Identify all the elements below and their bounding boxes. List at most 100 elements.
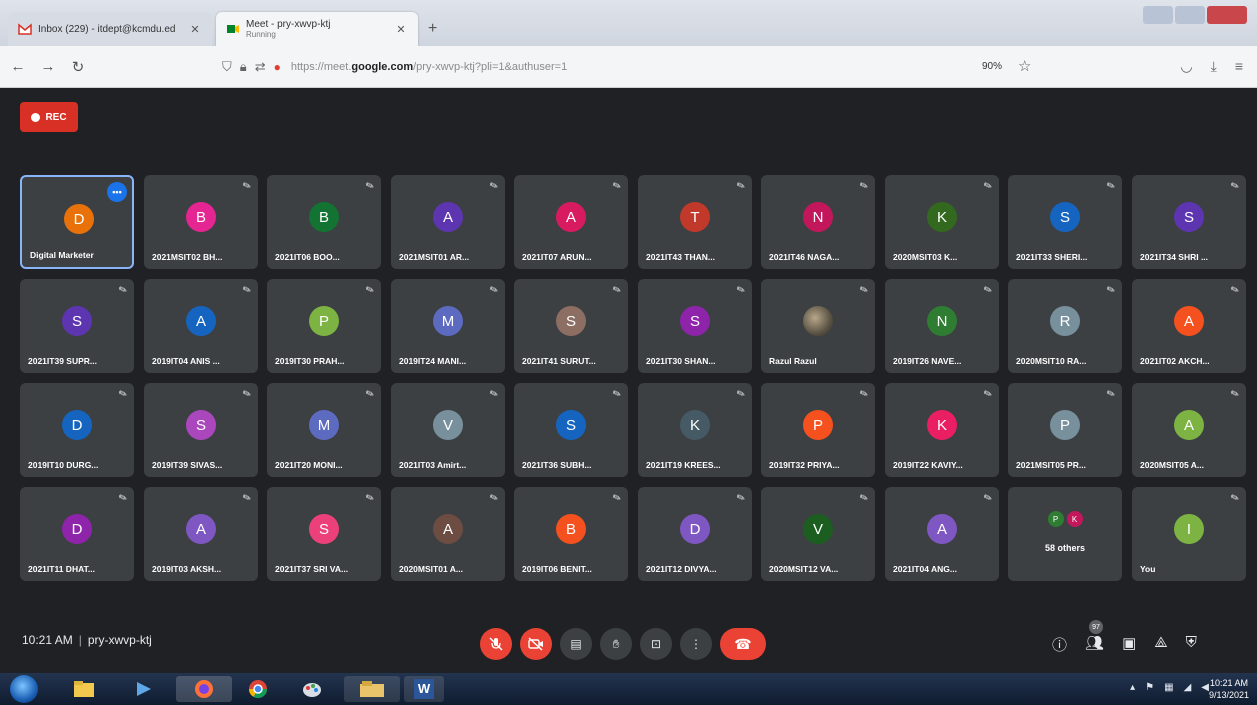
participant-tile[interactable]: ✎ S 2021IT41 SURUT... (514, 279, 628, 373)
participant-tile[interactable]: ✎ P 2019IT30 PRAH... (267, 279, 381, 373)
meeting-time: 10:21 AM (22, 633, 73, 647)
download-icon[interactable]: ⤓ (1211, 58, 1217, 75)
captions-button[interactable]: ▤ (560, 628, 592, 660)
avatar: N (927, 306, 957, 336)
shield-icon[interactable]: ⛉ (222, 59, 232, 75)
leave-call-button[interactable]: ☎︎ (720, 628, 766, 660)
participant-tile[interactable]: ✎ A 2021MSIT01 AR... (391, 175, 505, 269)
participant-tile[interactable]: ✎ R 2020MSIT10 RA... (1008, 279, 1122, 373)
participant-tile[interactable]: ✎ A 2019IT04 ANIS ... (144, 279, 258, 373)
avatar: B (186, 202, 216, 232)
avatar: S (1174, 202, 1204, 232)
present-button[interactable]: ⊡ (640, 628, 672, 660)
participant-tile[interactable]: ✎ B 2021MSIT02 BH... (144, 175, 258, 269)
minimize-button[interactable] (1143, 6, 1173, 24)
raise-hand-button[interactable]: ✋︎ (600, 628, 632, 660)
participant-tile[interactable]: ✎ B 2019IT06 BENIT... (514, 487, 628, 581)
mic-muted-icon: ✎ (857, 179, 870, 194)
flag-icon[interactable]: ⚑ (1145, 682, 1154, 693)
network-icon[interactable]: ▦ (1164, 682, 1173, 693)
participant-name: Digital Marketer (30, 250, 94, 260)
close-tab-icon[interactable]: ✕ (394, 23, 408, 36)
participant-tile[interactable]: ✎ A 2021IT04 ANG... (885, 487, 999, 581)
microphone-indicator-icon[interactable]: ● (274, 60, 281, 74)
word-label: W (414, 679, 434, 699)
camera-off-button[interactable] (520, 628, 552, 660)
participant-tile[interactable]: ✎ A 2020MSIT05 A... (1132, 383, 1246, 477)
pocket-icon[interactable]: ◡ (1180, 58, 1192, 75)
chat-icon[interactable]: ▣ (1122, 634, 1136, 655)
participant-name: 2019IT30 PRAH... (275, 356, 345, 366)
participant-tile[interactable]: ✎ A 2020MSIT01 A... (391, 487, 505, 581)
taskbar-clock[interactable]: 10:21 AM 9/13/2021 (1209, 677, 1249, 701)
participant-tile[interactable]: ✎ K 2020MSIT03 K... (885, 175, 999, 269)
word-icon[interactable]: W (404, 676, 444, 702)
mic-off-button[interactable] (480, 628, 512, 660)
participant-name: 2020MSIT01 A... (399, 564, 463, 574)
show-hidden-icons-icon[interactable]: ▴ (1130, 682, 1135, 693)
participant-tile[interactable]: ✎ D 2021IT12 DIVYA... (638, 487, 752, 581)
host-controls-icon[interactable]: ⛨ (1186, 634, 1197, 655)
start-button[interactable] (10, 675, 38, 703)
participant-tile[interactable]: ✎ S 2021IT34 SHRI ... (1132, 175, 1246, 269)
more-options-button[interactable]: ⋮ (680, 628, 712, 660)
bookmark-star-icon[interactable]: ☆ (1018, 57, 1031, 75)
participant-tile[interactable]: ✎ K 2019IT22 KAVIY... (885, 383, 999, 477)
paint-icon[interactable] (292, 676, 332, 702)
participant-tile[interactable]: ✎ M 2019IT24 MANI... (391, 279, 505, 373)
media-player-icon[interactable] (124, 676, 164, 702)
participant-tile[interactable]: ✎ B 2021IT06 BOO... (267, 175, 381, 269)
participant-tile[interactable]: ••• D Digital Marketer (20, 175, 134, 269)
participant-tile[interactable]: ✎ S 2019IT39 SIVAS... (144, 383, 258, 477)
participant-tile[interactable]: ✎ S 2021IT39 SUPR... (20, 279, 134, 373)
reload-button[interactable]: ↻ (66, 55, 90, 79)
participant-tile[interactable]: ✎ M 2021IT20 MONI... (267, 383, 381, 477)
participant-tile[interactable]: ✎ S 2021IT33 SHERI... (1008, 175, 1122, 269)
gmail-icon (18, 23, 32, 35)
close-tab-icon[interactable]: ✕ (188, 23, 202, 36)
maximize-button[interactable] (1175, 6, 1205, 24)
volume-icon[interactable]: ◀︎ (1201, 682, 1209, 693)
close-window-button[interactable] (1207, 6, 1247, 24)
participant-tile[interactable]: ✎ D 2021IT11 DHAT... (20, 487, 134, 581)
zoom-level[interactable]: 90% (982, 61, 1002, 72)
meeting-details-icon[interactable]: ⓘ (1052, 634, 1067, 655)
activities-icon[interactable]: ⟁ (1154, 634, 1167, 655)
menu-icon[interactable]: ≡ (1235, 58, 1243, 75)
firefox-icon[interactable] (176, 676, 232, 702)
participant-tile[interactable]: ✎ A 2021IT02 AKCH... (1132, 279, 1246, 373)
participant-tile[interactable]: ✎ T 2021IT43 THAN... (638, 175, 752, 269)
forward-button[interactable]: → (36, 55, 60, 79)
more-options-icon[interactable]: ••• (107, 182, 127, 202)
new-tab-button[interactable]: + (428, 20, 437, 38)
participant-tile[interactable]: ✎ S 2021IT37 SRI VA... (267, 487, 381, 581)
people-button[interactable]: 97 👥︎ (1085, 620, 1104, 655)
chrome-icon[interactable] (238, 676, 278, 702)
url-bar[interactable]: ⛉ 🔒︎ ⇄ ● https://meet. google.com/pry-xwv… (222, 54, 1052, 80)
others-tile[interactable]: P K 58 others (1008, 487, 1122, 581)
participant-tile[interactable]: ✎ P 2021MSIT05 PR... (1008, 383, 1122, 477)
file-explorer-icon[interactable] (64, 676, 104, 702)
present-screen-icon: ⊡ (650, 637, 662, 651)
participant-tile[interactable]: ✎ D 2019IT10 DURG... (20, 383, 134, 477)
participant-tile[interactable]: ✎ A 2019IT03 AKSH... (144, 487, 258, 581)
permissions-icon[interactable]: ⇄ (255, 59, 266, 75)
participant-tile[interactable]: ✎ Razul Razul (761, 279, 875, 373)
folder-icon[interactable] (344, 676, 400, 702)
participant-tile[interactable]: ✎ K 2021IT19 KREES... (638, 383, 752, 477)
participant-tile[interactable]: ✎ S 2021IT36 SUBH... (514, 383, 628, 477)
participant-tile[interactable]: ✎ N 2021IT46 NAGA... (761, 175, 875, 269)
participant-tile[interactable]: ✎ V 2021IT03 Amirt... (391, 383, 505, 477)
tab-meet[interactable]: Meet - pry-xwvp-ktj Running ✕ (216, 12, 418, 46)
back-button[interactable]: ← (6, 55, 30, 79)
tab-inbox[interactable]: Inbox (229) - itdept@kcmdu.ed ✕ (8, 12, 212, 46)
self-tile[interactable]: ✎ I You (1132, 487, 1246, 581)
participant-tile[interactable]: ✎ P 2019IT32 PRIYA... (761, 383, 875, 477)
participant-tile[interactable]: ✎ A 2021IT07 ARUN... (514, 175, 628, 269)
signal-icon[interactable]: ◢ (1184, 682, 1192, 693)
participant-tile[interactable]: ✎ N 2019IT26 NAVE... (885, 279, 999, 373)
lock-icon[interactable]: 🔒︎ (240, 59, 247, 75)
participant-tile[interactable]: ✎ S 2021IT30 SHAN... (638, 279, 752, 373)
participant-tile[interactable]: ✎ V 2020MSIT12 VA... (761, 487, 875, 581)
url-prefix: https://meet. (290, 61, 352, 73)
